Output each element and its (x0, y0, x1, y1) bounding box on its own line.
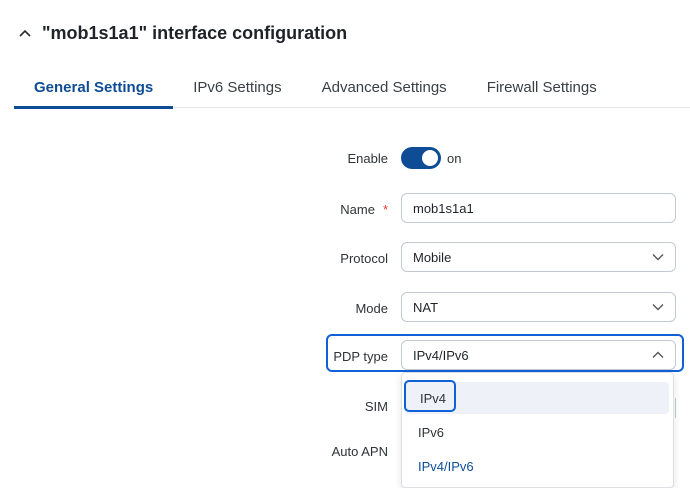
enable-toggle[interactable] (401, 147, 441, 169)
enable-state-text: on (447, 150, 462, 166)
tab-general-settings[interactable]: General Settings (14, 66, 174, 109)
enable-label: Enable (347, 150, 388, 166)
mode-row: Mode NAT (0, 292, 690, 324)
protocol-value: Mobile (413, 249, 452, 265)
toggle-knob (422, 150, 438, 166)
tab-advanced-settings[interactable]: Advanced Settings (302, 66, 467, 108)
section-header: "mob1s1a1" interface configuration (14, 22, 347, 44)
name-input[interactable]: mob1s1a1 (401, 193, 676, 223)
chevron-up-icon[interactable] (14, 22, 36, 44)
mode-value: NAT (413, 299, 439, 315)
enable-row: Enable on (0, 142, 690, 174)
pdp-type-label: PDP type (333, 348, 388, 364)
name-value: mob1s1a1 (413, 200, 474, 216)
protocol-select[interactable]: Mobile (401, 242, 676, 272)
pdp-option-ipv4-ipv6[interactable]: IPv4/IPv6 (402, 450, 673, 482)
pdp-type-row: PDP type IPv4/IPv6 (0, 340, 690, 372)
pdp-type-select[interactable]: IPv4/IPv6 (401, 340, 676, 370)
sim-label: SIM (364, 398, 388, 414)
tab-ipv6-settings[interactable]: IPv6 Settings (173, 66, 301, 108)
chevron-up-icon (652, 349, 664, 361)
protocol-row: Protocol Mobile (0, 242, 690, 274)
mode-select[interactable]: NAT (401, 292, 676, 322)
page-title: "mob1s1a1" interface configuration (42, 22, 348, 43)
required-marker: * (382, 201, 388, 217)
pdp-type-value: IPv4/IPv6 (413, 347, 469, 363)
mode-label: Mode (355, 300, 388, 316)
chevron-down-icon (652, 301, 664, 313)
tab-bar: General Settings IPv6 Settings Advanced … (14, 66, 690, 109)
name-label: Name * (340, 193, 388, 225)
ipv4-option-highlight (404, 380, 456, 412)
name-row: Name * mob1s1a1 (0, 193, 690, 225)
tab-firewall-settings[interactable]: Firewall Settings (467, 66, 617, 108)
auto-apn-label: Auto APN (331, 443, 388, 459)
chevron-down-icon (652, 251, 664, 263)
protocol-label: Protocol (340, 250, 388, 266)
pdp-option-ipv6[interactable]: IPv6 (402, 416, 673, 448)
name-label-text: Name (340, 201, 375, 217)
